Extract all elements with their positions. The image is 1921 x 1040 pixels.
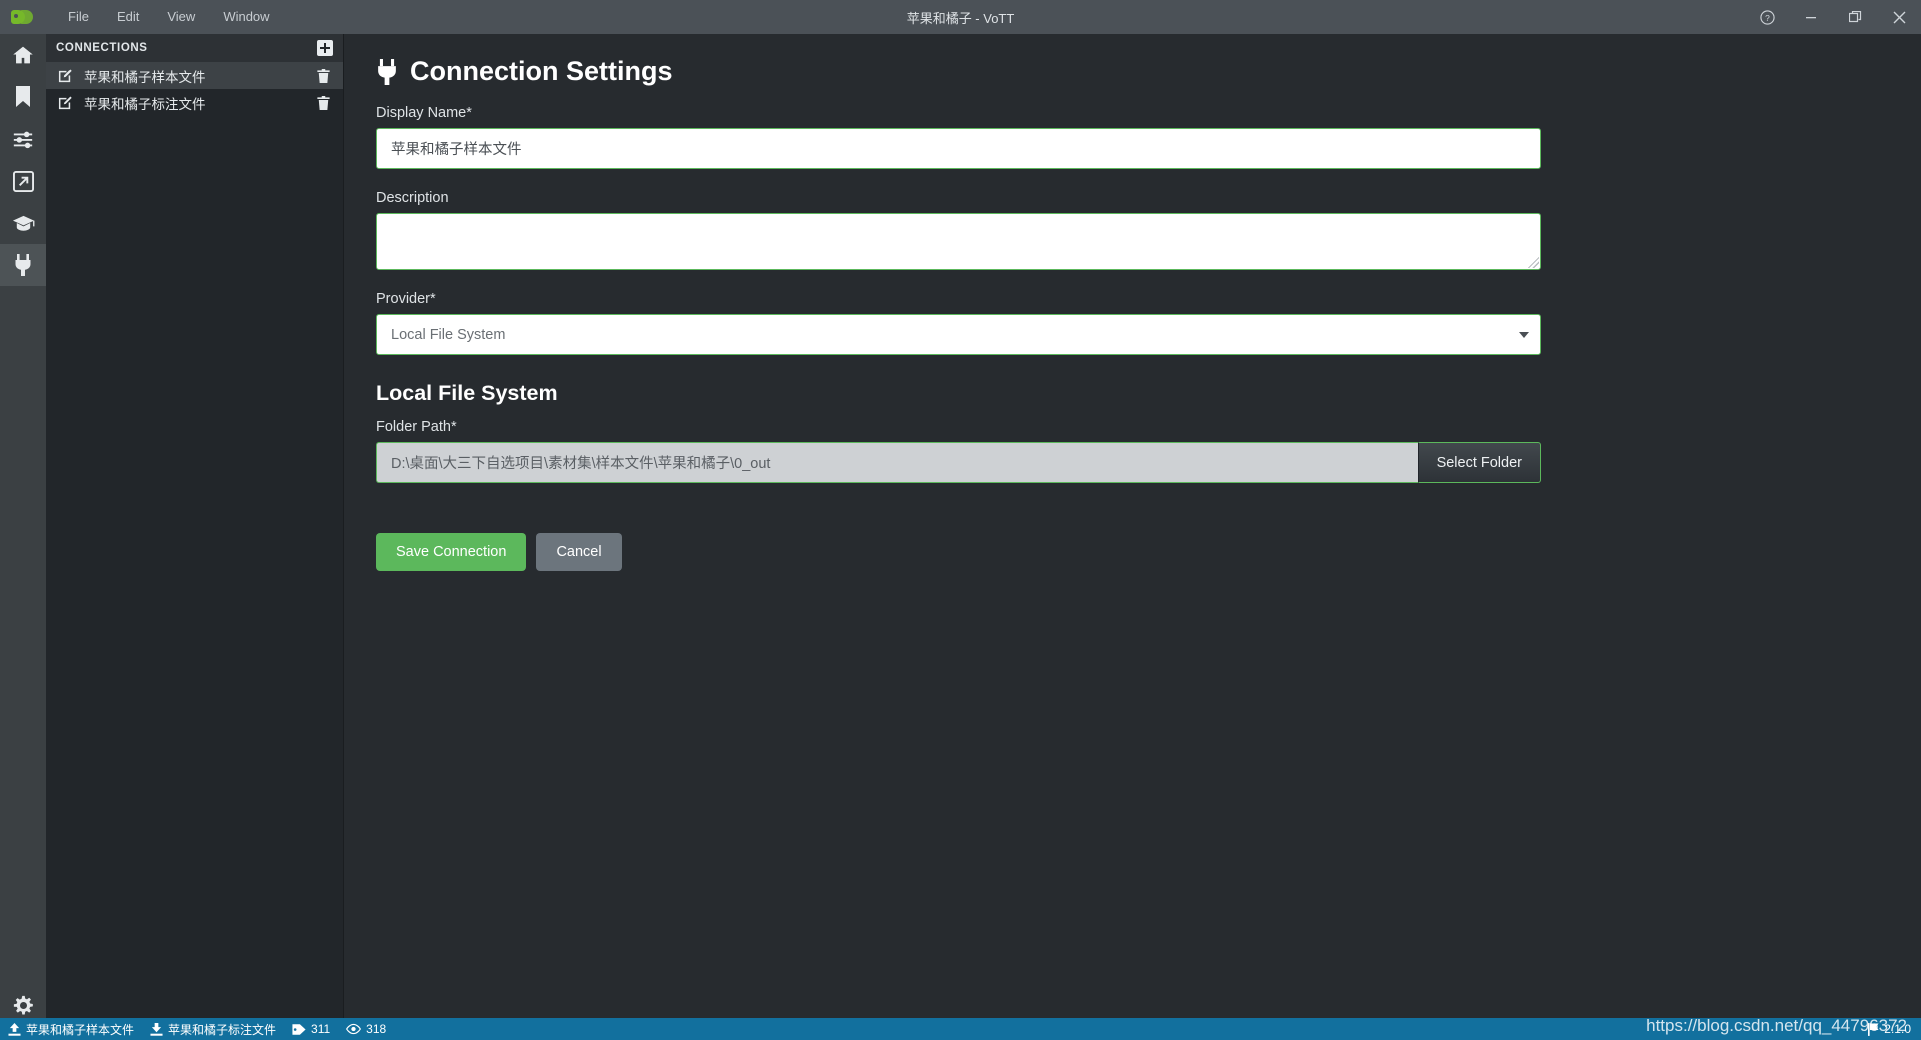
connection-form: Display Name* 苹果和橘子样本文件 Description Prov… <box>376 105 1541 571</box>
folder-path-row: D:\桌面\大三下自选项目\素材集\样本文件\苹果和橘子\0_out Selec… <box>376 442 1541 483</box>
connections-header: CONNECTIONS <box>46 34 343 62</box>
eye-icon <box>346 1023 362 1035</box>
status-asset-count[interactable]: 318 <box>346 1022 386 1036</box>
plug-icon <box>378 58 396 85</box>
status-asset-label: 318 <box>366 1022 387 1036</box>
display-name-label: Display Name* <box>376 105 472 121</box>
form-actions: Save Connection Cancel <box>376 533 1541 571</box>
resize-handle-icon[interactable] <box>1528 257 1539 268</box>
page-title: Connection Settings <box>376 56 1921 87</box>
sliders-icon <box>13 131 33 149</box>
menu-item-window[interactable]: Window <box>209 0 283 34</box>
status-version: 2.1.0 <box>1868 1022 1911 1036</box>
provider-section-title: Local File System <box>376 381 558 405</box>
close-icon[interactable] <box>1877 0 1921 34</box>
rail-item-home[interactable] <box>0 34 46 76</box>
edit-square-icon <box>58 68 76 83</box>
connection-list-item[interactable]: 苹果和橘子标注文件 <box>46 89 343 116</box>
description-label: Description <box>376 190 449 206</box>
chevron-down-icon[interactable] <box>1519 332 1529 338</box>
export-arrow-icon <box>12 170 34 192</box>
left-icon-rail <box>0 34 46 1040</box>
rail-item-active-learning[interactable] <box>0 202 46 244</box>
provider-select-wrap: Local File System <box>376 314 1541 355</box>
rail-item-bookmark[interactable] <box>0 76 46 118</box>
status-source-connection[interactable]: 苹果和橘子样本文件 <box>8 1021 134 1038</box>
add-connection-icon[interactable] <box>317 40 333 56</box>
graduation-cap-icon <box>12 215 34 231</box>
window-title: 苹果和橘子 - VoTT <box>906 10 1015 26</box>
trash-icon[interactable] <box>317 68 333 83</box>
display-name-input[interactable]: 苹果和橘子样本文件 <box>376 128 1541 169</box>
gear-icon <box>13 995 33 1015</box>
minimize-icon[interactable] <box>1789 0 1833 34</box>
cancel-button[interactable]: Cancel <box>536 533 622 571</box>
title-bar: File Edit View Window 苹果和橘子 - VoTT ? <box>0 0 1921 34</box>
status-target-connection[interactable]: 苹果和橘子标注文件 <box>150 1021 276 1038</box>
tag-icon <box>292 1023 306 1035</box>
status-target-label: 苹果和橘子标注文件 <box>168 1022 277 1037</box>
rail-item-connections[interactable] <box>0 244 46 286</box>
folder-path-label: Folder Path* <box>376 419 457 435</box>
select-folder-button[interactable]: Select Folder <box>1417 442 1541 483</box>
connection-settings-page: Connection Settings Display Name* 苹果和橘子样… <box>344 34 1921 1040</box>
tag-icon <box>11 9 35 25</box>
menu-item-view[interactable]: View <box>153 0 209 34</box>
upload-icon <box>8 1022 21 1036</box>
home-icon <box>13 46 33 64</box>
menu-bar: File Edit View Window <box>54 0 284 34</box>
menu-item-edit[interactable]: Edit <box>103 0 153 34</box>
status-source-label: 苹果和橘子样本文件 <box>26 1022 135 1037</box>
page-title-text: Connection Settings <box>410 56 673 86</box>
save-connection-button[interactable]: Save Connection <box>376 533 527 571</box>
status-tag-count[interactable]: 311 <box>292 1022 330 1036</box>
help-icon[interactable]: ? <box>1745 0 1789 34</box>
window-controls: ? <box>1745 0 1921 34</box>
connections-sidebar: CONNECTIONS 苹果和橘子样本文件 苹果和橘子标注文件 <box>46 34 344 1040</box>
svg-text:?: ? <box>1765 12 1770 22</box>
connection-name: 苹果和橘子样本文件 <box>84 69 206 85</box>
trash-icon[interactable] <box>317 95 333 110</box>
bookmark-icon <box>16 86 30 107</box>
restore-icon[interactable] <box>1833 0 1877 34</box>
menu-item-file[interactable]: File <box>54 0 103 34</box>
edit-square-icon <box>58 95 76 110</box>
flag-icon <box>1868 1022 1879 1036</box>
status-bar: 苹果和橘子样本文件 苹果和橘子标注文件 311 318 2.1.0 https:… <box>0 1016 1921 1040</box>
status-tag-label: 311 <box>311 1022 331 1036</box>
rail-item-settings-sliders[interactable] <box>0 118 46 160</box>
connection-list-item[interactable]: 苹果和橘子样本文件 <box>46 62 343 89</box>
status-version-label: 2.1.0 <box>1884 1022 1911 1036</box>
folder-path-input[interactable]: D:\桌面\大三下自选项目\素材集\样本文件\苹果和橘子\0_out <box>376 442 1418 483</box>
download-icon <box>150 1022 163 1036</box>
rail-item-export[interactable] <box>0 160 46 202</box>
description-input[interactable] <box>376 213 1541 270</box>
provider-label: Provider* <box>376 291 436 307</box>
connection-name: 苹果和橘子标注文件 <box>84 96 206 112</box>
provider-select[interactable]: Local File System <box>376 314 1541 355</box>
connections-title: CONNECTIONS <box>56 42 148 54</box>
plug-icon <box>15 254 31 276</box>
app-logo <box>0 0 46 34</box>
